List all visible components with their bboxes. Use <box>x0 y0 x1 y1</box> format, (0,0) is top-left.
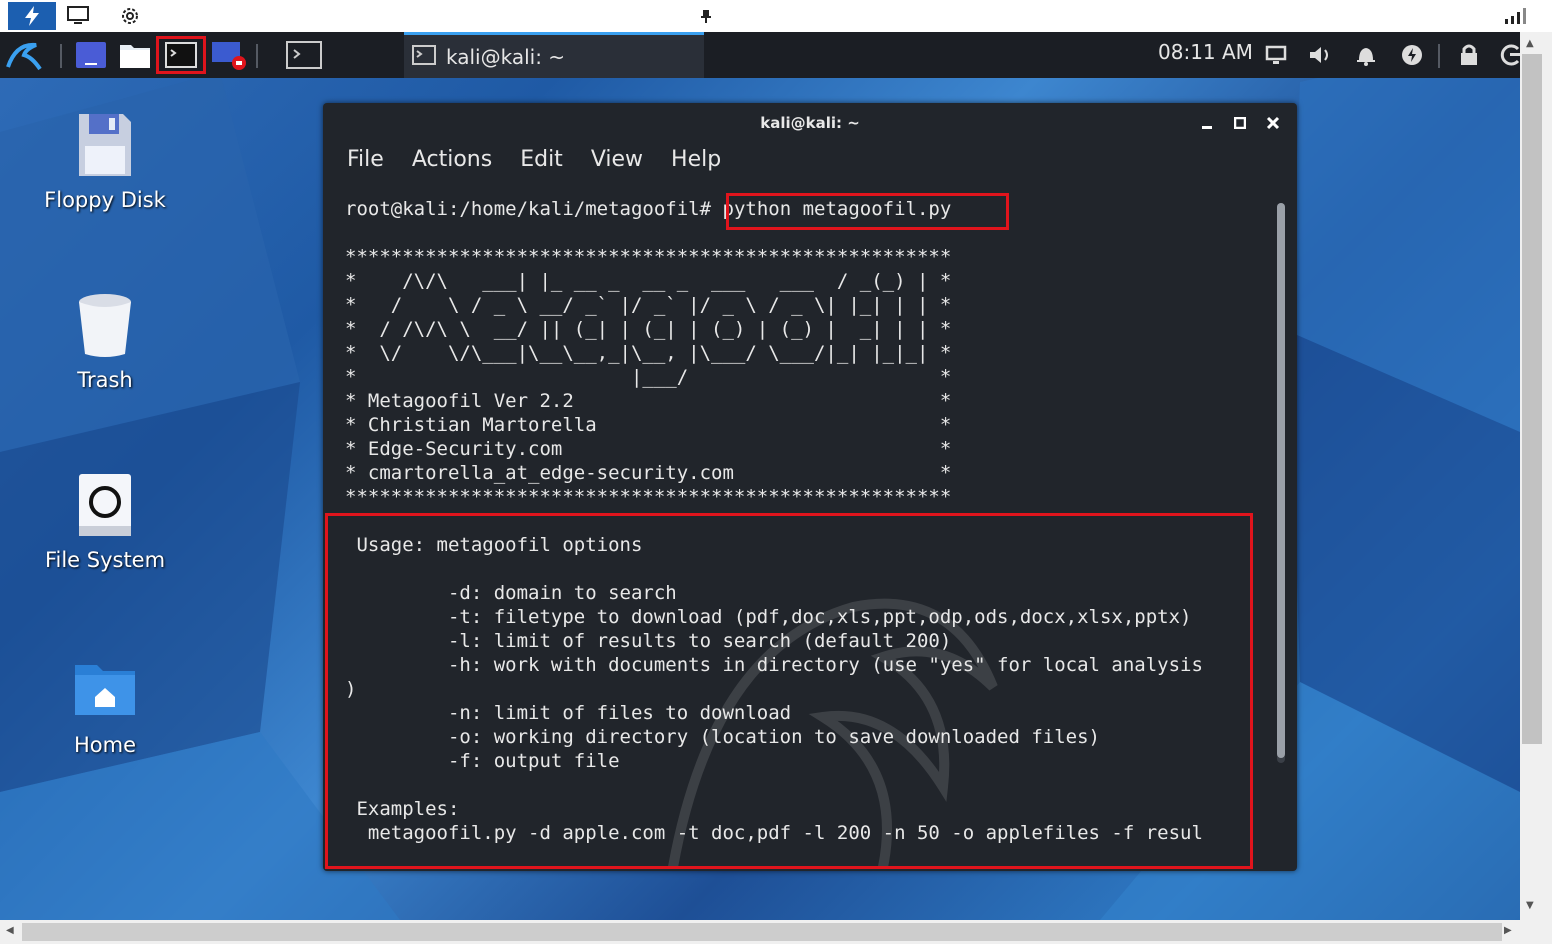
terminal-scrollbar[interactable] <box>1277 203 1285 763</box>
output-line: * \/ \/\___|\__\__,_|\__, |\___/ \___/|_… <box>345 342 952 364</box>
lock-icon[interactable] <box>1456 38 1482 72</box>
output-line: * /\/\ ___| |_ __ _ __ _ ___ ___ / _(_) … <box>345 270 952 292</box>
file-manager-icon[interactable] <box>118 38 152 72</box>
terminal-shortcut-icon[interactable] <box>284 38 324 72</box>
output-line: * Edge-Security.com * <box>345 438 952 460</box>
menu-file[interactable]: File <box>347 147 384 179</box>
menu-view[interactable]: View <box>591 147 643 179</box>
close-icon[interactable] <box>1263 113 1283 133</box>
monitor-icon[interactable] <box>66 4 90 28</box>
menu-help[interactable]: Help <box>671 147 721 179</box>
output-line: ****************************************… <box>345 486 952 508</box>
page-scrollbar-vertical[interactable]: ▲ ▼ <box>1520 32 1552 920</box>
shell-prompt: root@kali:/home/kali/metagoofil# <box>345 198 712 220</box>
menu-edit[interactable]: Edit <box>520 147 563 179</box>
maximize-icon[interactable] <box>1230 113 1250 133</box>
scroll-down-icon[interactable]: ▼ <box>1526 900 1534 911</box>
kali-menu-icon[interactable] <box>4 38 44 72</box>
taskbar-separator <box>256 44 258 68</box>
output-line: * Metagoofil Ver 2.2 * <box>345 390 952 412</box>
taskbar-window-terminal[interactable]: kali@kali: ~ <box>404 32 704 78</box>
power-manager-icon[interactable] <box>1398 38 1426 72</box>
desktop-icon-floppy-disk[interactable]: Floppy Disk <box>35 110 175 212</box>
taskbar: kali@kali: ~ 08:11 AM <box>0 32 1520 78</box>
signal-icon <box>1504 4 1528 28</box>
menu-actions[interactable]: Actions <box>412 147 492 179</box>
taskbar-window-title: kali@kali: ~ <box>446 44 566 69</box>
desktop-icon-home[interactable]: Home <box>35 655 175 757</box>
taskbar-separator <box>60 44 62 68</box>
host-toolbar <box>0 0 1552 32</box>
output-line: * cmartorella_at_edge-security.com * <box>345 462 952 484</box>
screen-recorder-icon[interactable] <box>210 38 248 72</box>
output-line: * |___/ * <box>345 366 952 388</box>
terminal-icon <box>412 44 436 69</box>
menu-bar: File Actions Edit View Help <box>347 147 721 179</box>
desktop-icon-trash[interactable]: Trash <box>35 290 175 392</box>
bell-icon[interactable] <box>1352 38 1380 72</box>
command-highlight <box>726 193 1009 230</box>
page-scrollbar-thumb[interactable] <box>22 923 1502 941</box>
desktop-icon-label: Trash <box>77 368 133 392</box>
window-title: kali@kali: ~ <box>760 114 860 132</box>
terminal-launcher-icon[interactable] <box>156 36 206 74</box>
bolt-icon[interactable] <box>8 2 56 30</box>
scroll-right-icon[interactable]: ▶ <box>1504 925 1512 936</box>
display-icon[interactable] <box>1262 38 1290 72</box>
page-scrollbar-horizontal[interactable]: ◀ ▶ <box>0 920 1520 944</box>
clock[interactable]: 08:11 AM <box>1158 40 1253 64</box>
logout-icon[interactable] <box>1500 38 1520 72</box>
output-line: * / /\/\ \ __/ || (_| | (_| | (_) | (_) … <box>345 318 952 340</box>
trash-icon <box>79 294 131 357</box>
scrollbar-corner <box>1520 920 1552 944</box>
desktop-icon-label: File System <box>44 548 166 572</box>
output-line: ****************************************… <box>345 246 952 268</box>
output-line: * Christian Martorella * <box>345 414 952 436</box>
scrollbar-thumb[interactable] <box>1277 203 1285 758</box>
desktop-icon-file-system[interactable]: File System <box>35 470 175 572</box>
output-line: * / \ / _ \ __/ _` |/ _` |/ _ \ / _ \| |… <box>345 294 952 316</box>
desktop-icon-label: Floppy Disk <box>44 188 166 212</box>
desktop-icon-label: Home <box>73 733 136 757</box>
workspace-icon[interactable] <box>74 38 108 72</box>
usage-highlight <box>325 513 1253 869</box>
drive-icon <box>79 474 131 536</box>
scroll-left-icon[interactable]: ◀ <box>6 925 14 936</box>
home-folder-icon <box>75 665 135 715</box>
gear-icon[interactable] <box>118 4 142 28</box>
floppy-disk-icon <box>79 114 131 176</box>
taskbar-separator <box>1438 44 1440 68</box>
pin-icon[interactable] <box>694 4 718 28</box>
scroll-up-icon[interactable]: ▲ <box>1526 38 1534 49</box>
terminal-window[interactable]: kali@kali: ~ File Actions Edit View Help… <box>323 103 1297 871</box>
minimize-icon[interactable] <box>1197 113 1217 133</box>
page-scrollbar-thumb[interactable] <box>1522 54 1542 744</box>
volume-icon[interactable] <box>1306 38 1336 72</box>
